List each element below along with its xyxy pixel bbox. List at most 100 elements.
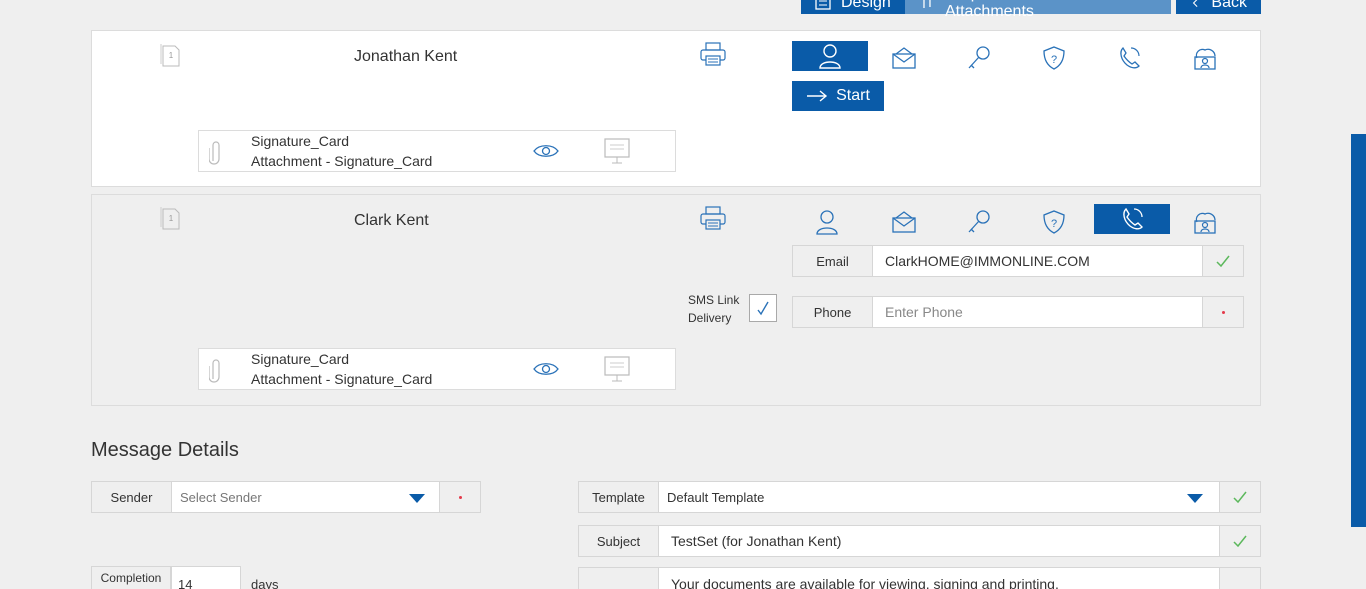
sender-select[interactable]: Select Sender: [172, 482, 439, 512]
message-body-row: Your documents are available for viewing…: [578, 567, 1261, 589]
template-value: Default Template: [667, 489, 765, 505]
message-body-indicator: [1219, 568, 1260, 589]
signer-name: Jonathan Kent: [354, 48, 458, 65]
scrollbar-thumb[interactable]: [1351, 134, 1366, 527]
method-email-button[interactable]: [866, 207, 942, 237]
message-body-textarea[interactable]: Your documents are available for viewing…: [659, 568, 1219, 589]
subject-label: Subject: [579, 526, 659, 556]
sender-field-row: Sender Select Sender: [91, 481, 481, 513]
start-button-label: Start: [836, 87, 870, 104]
eye-icon[interactable]: [533, 361, 559, 377]
signer-name: Clark Kent: [354, 212, 429, 229]
phone-icon: [1123, 207, 1143, 230]
required-dot: [1221, 310, 1225, 314]
template-valid-indicator: [1219, 482, 1260, 512]
sender-placeholder: Select Sender: [180, 489, 262, 505]
method-key-button[interactable]: [941, 207, 1017, 237]
back-button[interactable]: Back: [1176, 0, 1261, 14]
method-phone-button[interactable]: [1091, 43, 1167, 73]
attachment-row: Signature_Card Attachment - Signature_Ca…: [198, 348, 676, 390]
start-button[interactable]: Start: [792, 81, 884, 111]
person-icon: [819, 44, 841, 69]
subject-valid-indicator: [1219, 526, 1260, 556]
design-icon: [815, 0, 831, 10]
cloud-person-icon: [1194, 212, 1216, 234]
completion-days-input[interactable]: 14: [171, 566, 241, 589]
method-person-button[interactable]: [792, 41, 868, 71]
signer-panel-2: 1 Clark Kent ? Email ClarkHOME@IMMONLINE…: [91, 194, 1261, 406]
arrow-right-icon: [807, 90, 828, 102]
check-icon: [757, 301, 769, 316]
required-dot: [458, 495, 462, 499]
subject-input[interactable]: TestSet (for Jonathan Kent): [659, 526, 1219, 556]
attachment-row: Signature_Card Attachment - Signature_Ca…: [198, 130, 676, 172]
template-label: Template: [579, 482, 659, 512]
sender-required-indicator: [439, 482, 480, 512]
phone-field[interactable]: Enter Phone: [873, 297, 1202, 327]
attachment-title: Signature_Card: [251, 133, 350, 149]
shield-question-icon: ?: [1043, 46, 1065, 70]
phone-required-indicator: [1202, 297, 1243, 327]
method-email-button[interactable]: [866, 43, 942, 73]
check-icon: [1233, 535, 1247, 548]
chevron-down-icon: [409, 494, 425, 503]
subject-field-row: Subject TestSet (for Jonathan Kent): [578, 525, 1261, 557]
shield-question-icon: ?: [1043, 210, 1065, 234]
chevron-left-icon: [1192, 0, 1198, 7]
envelope-icon: [892, 211, 916, 233]
method-phone-button[interactable]: [1094, 204, 1170, 234]
template-select[interactable]: Default Template: [659, 482, 1219, 512]
eye-icon[interactable]: [533, 143, 559, 159]
paperclip-icon: [209, 141, 220, 165]
design-button-label: Design: [841, 0, 891, 11]
template-field-row: Template Default Template: [578, 481, 1261, 513]
method-person-button[interactable]: [789, 207, 865, 237]
attachment-title: Signature_Card: [251, 351, 350, 367]
sms-link-delivery-checkbox[interactable]: [749, 294, 777, 322]
message-details-heading: Message Details: [91, 439, 239, 461]
print-icon[interactable]: [699, 41, 727, 67]
monitor-icon[interactable]: [604, 355, 630, 383]
message-body-label: [579, 568, 659, 589]
paperclip-icon: [923, 0, 931, 8]
person-icon: [816, 210, 838, 235]
monitor-icon[interactable]: [604, 137, 630, 165]
svg-text:?: ?: [1051, 54, 1057, 66]
svg-text:1: 1: [169, 214, 174, 223]
document-order-icon: 1: [160, 44, 180, 67]
svg-text:?: ?: [1051, 218, 1057, 230]
print-icon[interactable]: [699, 205, 727, 231]
chevron-down-icon: [1187, 494, 1203, 503]
email-field[interactable]: ClarkHOME@IMMONLINE.COM: [873, 246, 1202, 276]
sender-label: Sender: [92, 482, 172, 512]
attachment-subtitle: Attachment - Signature_Card: [251, 371, 433, 387]
sms-label-line-2: Delivery: [688, 311, 732, 325]
email-label: Email: [793, 246, 873, 276]
email-field-row: Email ClarkHOME@IMMONLINE.COM: [792, 245, 1244, 277]
document-order-icon: 1: [160, 207, 180, 230]
method-key-button[interactable]: [941, 43, 1017, 73]
envelope-icon: [892, 47, 916, 69]
phone-field-row: Phone Enter Phone: [792, 296, 1244, 328]
method-cloud-button[interactable]: [1167, 207, 1243, 237]
phone-label: Phone: [793, 297, 873, 327]
key-icon: [968, 210, 990, 233]
cloud-person-icon: [1194, 48, 1216, 70]
check-icon: [1216, 255, 1230, 268]
check-icon: [1233, 491, 1247, 504]
design-button[interactable]: Design: [801, 0, 905, 14]
method-question-button[interactable]: ?: [1016, 43, 1092, 73]
key-icon: [968, 46, 990, 69]
svg-text:1: 1: [169, 51, 174, 60]
method-cloud-button[interactable]: [1167, 43, 1243, 73]
sms-link-delivery-label: SMS Link Delivery: [688, 291, 739, 327]
request-attachments-label: Request Remote Attachments: [944, 0, 1065, 20]
back-button-label: Back: [1211, 0, 1247, 11]
request-attachments-button[interactable]: Request Remote Attachments: [905, 0, 1171, 20]
phone-icon: [1120, 46, 1140, 69]
completion-label: Completion: [91, 566, 171, 589]
method-question-button[interactable]: ?: [1016, 207, 1092, 237]
attachment-subtitle: Attachment - Signature_Card: [251, 153, 433, 169]
email-valid-indicator: [1202, 246, 1243, 276]
completion-unit: days: [251, 577, 279, 589]
